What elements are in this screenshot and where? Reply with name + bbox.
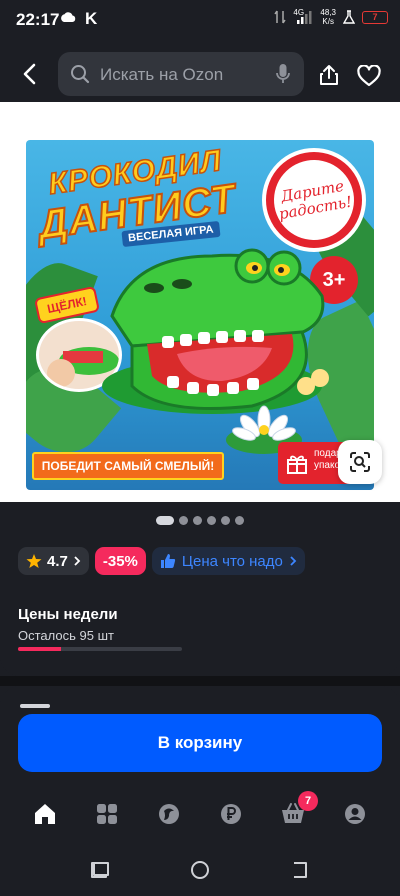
gallery-dot[interactable] [179,516,188,525]
weekly-prices-title: Цены недели [18,606,118,623]
product-image-gallery[interactable]: КРОКОДИЛ ДАНТИСТ ВЕСЕЛАЯ ИГРА Дарите рад… [0,102,400,502]
gift-icon [287,455,307,474]
status-time: 22:17 [16,10,60,29]
chevron-right-icon [290,556,297,566]
system-navigation-bar [0,842,400,896]
recent-apps-icon[interactable] [90,860,110,880]
status-right: 4G 48,3 K/s 7 [274,8,388,26]
nav-fresh[interactable] [152,797,186,831]
price-chip[interactable]: Цена что надо [151,547,305,575]
image-search-button[interactable] [338,440,382,484]
gallery-dot[interactable] [235,516,244,525]
section-divider [0,676,400,686]
search-icon [71,65,90,84]
signal-icon: 4G [293,8,313,25]
stock-remaining-text: Осталось 95 шт [18,628,114,643]
battery-indicator: 7 [362,10,388,24]
product-chips: 4.7 -35% Цена что надо [18,547,305,575]
visual-search-icon [350,452,370,472]
nav-cart[interactable]: 7 [276,791,318,831]
share-icon[interactable] [318,64,340,86]
gallery-dot[interactable] [207,516,216,525]
weekly-prices-card[interactable]: Цены недели Осталось 95 шт [0,588,400,676]
home-icon [35,804,55,824]
profile-icon [345,804,365,824]
discount-chip: -35% [94,547,146,575]
rating-chip[interactable]: 4.7 [18,547,89,575]
catalog-icon [97,804,117,824]
product-box-image: КРОКОДИЛ ДАНТИСТ ВЕСЕЛАЯ ИГРА Дарите рад… [26,140,374,490]
cart-count-badge: 7 [298,791,318,811]
thumbs-up-icon [160,554,176,568]
home-circle-icon[interactable] [190,860,210,880]
section-peek-bar [20,704,50,708]
ruble-icon [221,804,241,824]
gallery-dot[interactable] [221,516,230,525]
status-bar: 22:17 K 4G 48,3 K/s 7 [0,0,400,40]
microphone-icon[interactable] [276,64,290,84]
cloud-icon [61,12,76,22]
chevron-right-icon [74,556,81,566]
bottom-navigation: 7 [0,786,400,842]
back-arrow-icon[interactable] [18,62,42,86]
gallery-dot-active[interactable] [156,516,174,525]
stock-progress-bar [18,647,182,651]
crocodile-illustration [102,248,329,414]
data-transfer-icon [274,10,287,24]
price-chip-label: Цена что надо [181,552,283,570]
gallery-pagination [0,516,400,525]
rating-value: 4.7 [47,552,68,570]
favorite-heart-icon[interactable] [357,65,381,87]
nav-ruble[interactable] [214,797,248,831]
nav-catalog[interactable] [90,797,124,831]
fresh-icon [159,804,179,824]
app-header: Искать на Ozon [0,40,400,102]
network-speed: 48,3 K/s [320,8,336,26]
stock-progress-fill [18,647,61,651]
warning-icon [343,10,355,24]
search-bar[interactable]: Искать на Ozon [58,52,304,96]
add-to-cart-button[interactable]: В корзину [18,714,382,772]
gallery-dot[interactable] [193,516,202,525]
nav-home[interactable] [28,797,62,831]
box-slogan: ПОБЕДИТ САМЫЙ СМЕЛЫЙ! [32,452,224,480]
search-placeholder: Искать на Ozon [100,65,224,84]
back-system-icon[interactable] [290,860,310,880]
nav-profile[interactable] [338,797,372,831]
k-app-icon: K [85,9,98,28]
star-icon [26,554,42,568]
